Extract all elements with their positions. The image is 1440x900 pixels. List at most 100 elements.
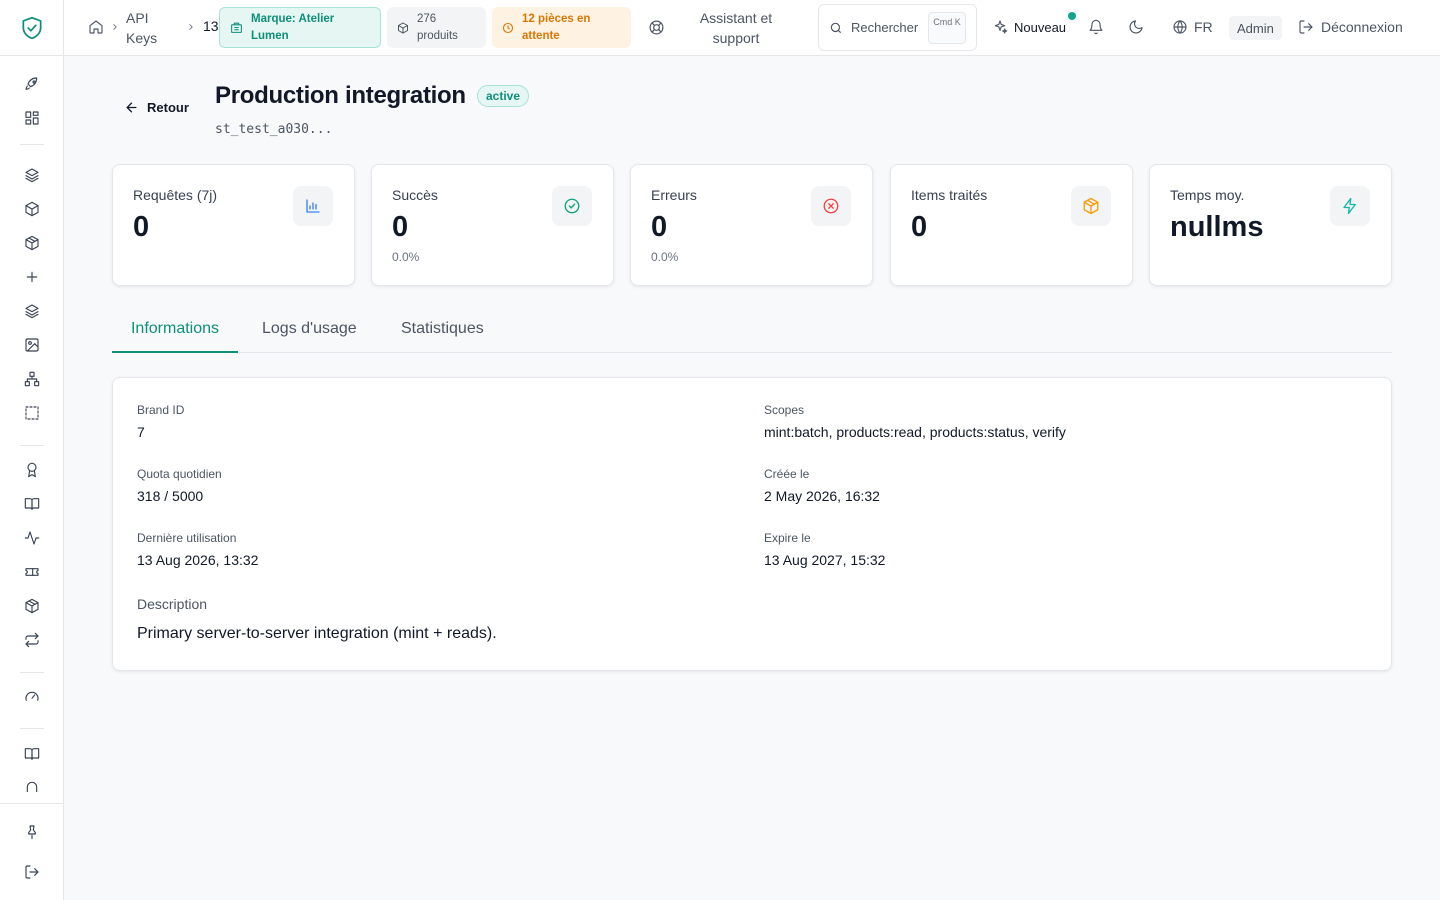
- sidebar-item-media[interactable]: [20, 333, 44, 357]
- new-label: Nouveau: [1014, 19, 1067, 35]
- stat-value: 0: [911, 211, 928, 243]
- notification-dot: [1068, 12, 1076, 20]
- sidebar-item-create[interactable]: [20, 265, 44, 289]
- role-badge: Admin: [1229, 16, 1282, 40]
- sidebar-item-selection[interactable]: [20, 401, 44, 425]
- sidebar-item-certificates[interactable]: [20, 458, 44, 482]
- check-circle-icon: [552, 186, 592, 226]
- stat-value: 0: [133, 211, 150, 243]
- info-panel: Brand ID 7 Scopes mint:batch, products:r…: [112, 377, 1392, 671]
- sidebar-item-more[interactable]: [20, 776, 44, 792]
- quota-value: 318 / 5000: [137, 488, 204, 504]
- breadcrumb-section[interactable]: API Keys: [126, 8, 166, 48]
- tab-label: Logs d'usage: [262, 320, 357, 337]
- building-icon: [231, 22, 242, 33]
- stat-card-items: Items traités 0: [890, 164, 1133, 286]
- sidebar-item-tickets[interactable]: [20, 560, 44, 584]
- sidebar-item-packages[interactable]: [20, 231, 44, 255]
- box-icon: [25, 201, 39, 217]
- sidebar-item-dashboard[interactable]: [20, 106, 44, 130]
- brand-id-label: Brand ID: [137, 403, 185, 417]
- products-pill[interactable]: 276 produits: [387, 7, 486, 48]
- shield-check-icon: [22, 16, 42, 39]
- search-shortcut: Cmd K: [928, 12, 966, 44]
- tab-statistics[interactable]: Statistiques: [401, 312, 484, 352]
- new-button[interactable]: Nouveau: [992, 19, 1066, 35]
- award-icon: [27, 462, 37, 478]
- book-open-icon: [24, 498, 40, 510]
- back-button[interactable]: Retour: [124, 100, 189, 115]
- sidebar-item-getting-started[interactable]: [20, 72, 44, 96]
- stat-label: Succès: [392, 187, 438, 203]
- description-label: Description: [137, 596, 208, 612]
- tab-informations[interactable]: Informations: [112, 312, 238, 353]
- sidebar-item-performance[interactable]: [20, 685, 44, 709]
- app-logo[interactable]: [0, 0, 64, 56]
- page-title: Production integration: [215, 82, 466, 109]
- pending-pill[interactable]: 12 pièces en attente: [492, 7, 631, 48]
- tab-usage-logs[interactable]: Logs d'usage: [262, 312, 357, 352]
- tabs: Informations Logs d'usage Statistiques: [112, 312, 1392, 353]
- brand-id-value: 7: [137, 424, 145, 440]
- language-label: FR: [1194, 19, 1213, 35]
- rocket-icon: [25, 77, 38, 90]
- sidebar-item-products[interactable]: [20, 197, 44, 221]
- breadcrumb-home[interactable]: [88, 19, 104, 35]
- search-icon: [830, 22, 842, 33]
- x-circle-icon: [811, 186, 851, 226]
- sidebar-item-docs[interactable]: [20, 492, 44, 516]
- products-pill-label: 276 produits: [417, 12, 458, 42]
- logout-button[interactable]: Déconnexion: [1298, 19, 1403, 35]
- book-open-icon: [24, 748, 40, 760]
- stat-label: Requêtes (7j): [133, 187, 218, 203]
- sidebar-item-shipments[interactable]: [20, 594, 44, 618]
- stat-value: 0: [651, 211, 668, 243]
- sidebar-pin-button[interactable]: [20, 820, 44, 844]
- sidebar-divider: [0, 803, 64, 804]
- sidebar-item-collections[interactable]: [20, 299, 44, 323]
- created-label: Créée le: [764, 467, 810, 481]
- sidebar-divider: [20, 144, 44, 145]
- chevron-right-icon: [186, 21, 196, 33]
- logout-label: Déconnexion: [1321, 19, 1403, 35]
- quota-label: Quota quotidien: [137, 467, 222, 481]
- language-selector[interactable]: FR: [1172, 19, 1213, 35]
- stat-label: Temps moy.: [1170, 187, 1245, 203]
- key-prefix: st_test_a030...: [215, 122, 333, 137]
- sidebar-logout-button[interactable]: [20, 860, 44, 884]
- last-used-label: Dernière utilisation: [137, 531, 237, 545]
- network-icon: [24, 371, 40, 387]
- sidebar-item-hierarchy[interactable]: [20, 367, 44, 391]
- layers-icon: [25, 304, 39, 319]
- gauge-icon: [25, 691, 39, 701]
- bell-icon: [1089, 19, 1103, 35]
- lifebuoy-icon: [649, 20, 664, 35]
- package-icon: [25, 598, 39, 614]
- sidebar-item-layers[interactable]: [20, 163, 44, 187]
- image-icon: [25, 338, 39, 352]
- search-input[interactable]: Rechercher Cmd K: [818, 4, 977, 51]
- theme-toggle[interactable]: [1128, 19, 1144, 35]
- notifications-button[interactable]: [1088, 19, 1104, 35]
- pin-icon: [28, 825, 36, 840]
- support-icon-button[interactable]: [648, 19, 665, 36]
- brand-pill[interactable]: Marque: Atelier Lumen: [219, 7, 381, 48]
- stat-sub: 0.0%: [651, 250, 679, 264]
- expires-value: 13 Aug 2027, 15:32: [764, 552, 886, 568]
- description-value: Primary server-to-server integration (mi…: [137, 625, 497, 642]
- plus-icon: [26, 271, 38, 283]
- scopes-value: mint:batch, products:read, products:stat…: [764, 424, 1066, 440]
- topbar: API Keys 13 Marque: Atelier Lumen 276 pr…: [64, 0, 1440, 56]
- stat-value: 0: [392, 211, 409, 243]
- home-icon: [89, 20, 103, 34]
- status-badge: active: [477, 85, 530, 107]
- sidebar-item-activity[interactable]: [20, 526, 44, 550]
- stat-value: nullms: [1170, 211, 1264, 243]
- ticket-icon: [25, 568, 39, 576]
- tab-label: Informations: [130, 320, 220, 337]
- sidebar-item-sync[interactable]: [20, 628, 44, 652]
- sidebar-item-guides[interactable]: [20, 742, 44, 766]
- support-label: Assistant et support: [699, 10, 773, 46]
- package-icon: [398, 21, 408, 34]
- support-button[interactable]: Assistant et support: [688, 8, 784, 48]
